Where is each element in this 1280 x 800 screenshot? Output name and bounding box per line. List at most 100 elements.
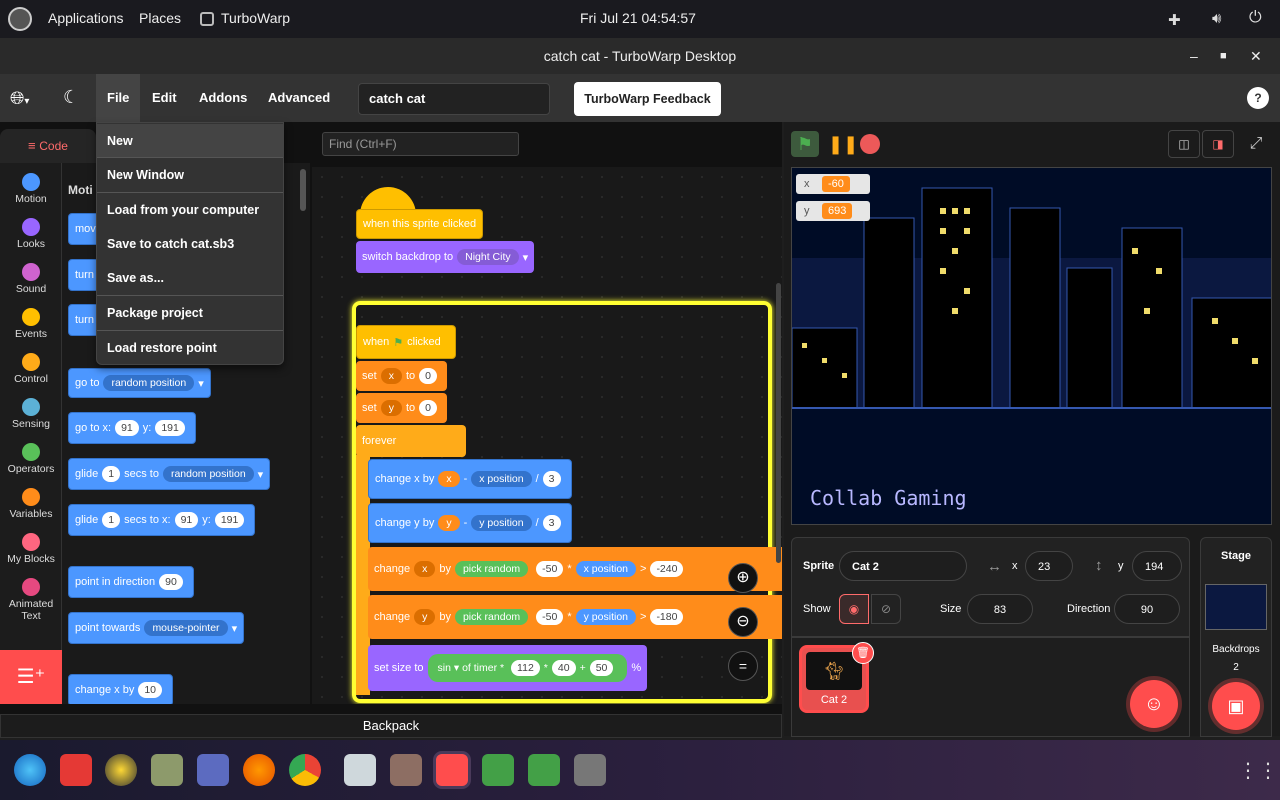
block-change-x-random[interactable]: change x by pick random -50 * x position > -240 — [368, 547, 782, 591]
small-stage-icon[interactable]: ◫ — [1168, 130, 1200, 158]
file-menu-item-load-from-your-computer[interactable]: Load from your computer — [97, 193, 283, 227]
file-menu-item-package-project[interactable]: Package project — [97, 296, 283, 330]
stage-backdrop-thumbnail[interactable] — [1205, 584, 1267, 630]
calendar-app-icon[interactable] — [60, 754, 92, 786]
category-animated-text[interactable]: Animated Text — [0, 578, 62, 622]
block-switch-backdrop[interactable]: switch backdrop to Night City ▾ — [356, 241, 535, 273]
block-set-y[interactable]: set y to 0 — [356, 393, 447, 423]
block-change-y-random[interactable]: change y by pick random -50 * y position > -180 — [368, 595, 782, 639]
sprite-y-input[interactable]: 194 — [1132, 551, 1182, 581]
project-title-input[interactable]: catch cat — [358, 83, 550, 115]
places-menu[interactable]: Places — [139, 10, 181, 26]
hat-when-flag-clicked[interactable]: when ⚑ clicked — [356, 325, 456, 359]
applications-menu[interactable]: Applications — [48, 10, 124, 26]
zoom-in-icon[interactable]: ⊕ — [728, 563, 758, 593]
block-go-to[interactable]: go to random position ▾ — [68, 368, 211, 398]
maximize-icon[interactable]: ■ — [1220, 38, 1227, 74]
stage-canvas[interactable]: x -60 y 693 Collab Gaming — [791, 167, 1272, 525]
scratch-cat-app-icon[interactable] — [390, 754, 422, 786]
zoom-out-icon[interactable]: ⊖ — [728, 607, 758, 637]
theme-moon-icon[interactable]: ☾ — [63, 87, 79, 108]
block-go-to-xy[interactable]: go to x: 91 y: 191 — [68, 412, 196, 444]
minimize-icon[interactable]: – — [1190, 38, 1198, 74]
category-events[interactable]: Events — [0, 308, 62, 340]
settings-app-icon[interactable] — [344, 754, 376, 786]
help-icon[interactable]: ? — [1247, 87, 1269, 109]
language-globe-icon[interactable]: 🌐︎▾ — [10, 88, 29, 109]
menu-advanced[interactable]: Advanced — [257, 74, 341, 122]
firefox-icon[interactable] — [243, 754, 275, 786]
file-menu-item-save-as[interactable]: Save as... — [97, 261, 283, 295]
show-hidden-eye-icon[interactable]: ⊘ — [871, 594, 901, 624]
power-icon[interactable]: ⏻ — [1249, 9, 1262, 27]
sprite-tile-cat2[interactable]: 🐈︎ Cat 2 🗑︎ — [799, 642, 874, 713]
tab-code[interactable]: ≡ Code — [0, 129, 96, 163]
files-app-icon[interactable] — [151, 754, 183, 786]
hat-when-sprite-clicked[interactable]: when this sprite clicked — [356, 209, 484, 239]
fullscreen-icon[interactable]: ⤢ — [1240, 130, 1272, 158]
software-center-icon[interactable] — [197, 754, 229, 786]
stop-icon[interactable] — [860, 134, 880, 154]
turbowarp-taskbar-icon[interactable] — [436, 754, 468, 786]
block-forever[interactable]: forever — [356, 425, 466, 457]
delete-sprite-icon[interactable]: 🗑︎ — [852, 642, 874, 664]
file-menu-item-new[interactable]: New — [97, 124, 283, 158]
block-set-x[interactable]: set x to 0 — [356, 361, 447, 391]
block-set-size[interactable]: set size to sin ▾ of timer * 112 * 40 +50% — [368, 645, 648, 691]
block-point-in-direction[interactable]: point in direction 90 — [68, 566, 194, 598]
puzzle-app-icon-1[interactable] — [482, 754, 514, 786]
category-motion[interactable]: Motion — [0, 173, 62, 205]
add-sprite-cat-icon[interactable]: ☺ — [1130, 680, 1178, 728]
category-sound[interactable]: Sound — [0, 263, 62, 295]
script-area[interactable]: when this sprite clicked switch backdrop… — [312, 167, 782, 704]
file-menu-item-load-restore-point[interactable]: Load restore point — [97, 331, 283, 365]
pause-icon[interactable]: ❚❚ — [828, 134, 858, 155]
find-input[interactable]: Find (Ctrl+F) — [322, 132, 519, 156]
menu-edit[interactable]: Edit — [141, 74, 188, 122]
activities-icon[interactable] — [8, 7, 32, 31]
block-glide-to-xy[interactable]: glide 1 secs to x: 91 y: 191 — [68, 504, 256, 536]
trash-icon[interactable] — [574, 754, 606, 786]
sprite-name-input[interactable]: Cat 2 — [839, 551, 967, 581]
block-glide-to[interactable]: glide 1 secs to random position ▾ — [68, 458, 271, 490]
app-grid-icon[interactable]: ⋮⋮⋮ — [1238, 758, 1280, 783]
large-stage-icon[interactable]: ◨ — [1202, 130, 1234, 158]
audio-app-icon[interactable] — [105, 754, 137, 786]
extensions-icon[interactable]: ✚ — [1168, 11, 1181, 29]
script-scrollbar[interactable] — [776, 283, 781, 563]
add-extension-button[interactable]: ☰⁺ — [0, 650, 62, 704]
monitor-x[interactable]: x -60 — [796, 174, 870, 194]
category-looks[interactable]: Looks — [0, 218, 62, 250]
sprite-x-input[interactable]: 23 — [1025, 551, 1073, 581]
active-app-name[interactable]: TurboWarp — [221, 10, 290, 26]
green-flag-icon[interactable]: ⚑ — [791, 131, 819, 157]
category-my-blocks[interactable]: My Blocks — [0, 533, 62, 565]
show-visible-eye-icon[interactable]: ◉ — [839, 594, 869, 624]
clock[interactable]: Fri Jul 21 04:54:57 — [580, 10, 696, 26]
chrome-icon[interactable] — [289, 754, 321, 786]
sprite-direction-input[interactable]: 90 — [1114, 594, 1180, 624]
close-icon[interactable]: ✕ — [1250, 38, 1262, 74]
block-change-y-by[interactable]: change y by y - y position/3 — [368, 503, 572, 543]
globe-app-icon[interactable] — [14, 754, 46, 786]
menu-addons[interactable]: Addons — [188, 74, 258, 122]
palette-scrollbar[interactable] — [300, 169, 306, 211]
file-menu-item-save-to-catch-cat-sb3[interactable]: Save to catch cat.sb3 — [97, 227, 283, 261]
backpack-bar[interactable]: Backpack — [0, 714, 782, 738]
zoom-reset-button[interactable]: = — [728, 651, 758, 681]
volume-icon[interactable]: 🔊︎ — [1212, 10, 1221, 27]
block-change-x-by[interactable]: change x by x - x position/3 — [368, 459, 572, 499]
block-change-x[interactable]: change x by 10 — [68, 674, 174, 704]
puzzle-app-icon-2[interactable] — [528, 754, 560, 786]
menu-file[interactable]: File — [96, 74, 141, 122]
sprite-size-input[interactable]: 83 — [967, 594, 1033, 624]
monitor-y[interactable]: y 693 — [796, 201, 870, 221]
block-point-towards[interactable]: point towards mouse-pointer ▾ — [68, 612, 245, 644]
feedback-button[interactable]: TurboWarp Feedback — [574, 82, 721, 116]
category-control[interactable]: Control — [0, 353, 62, 385]
add-backdrop-icon[interactable]: ▣ — [1212, 682, 1260, 730]
file-menu-item-new-window[interactable]: New Window — [97, 158, 283, 192]
category-operators[interactable]: Operators — [0, 443, 62, 475]
category-variables[interactable]: Variables — [0, 488, 62, 520]
category-sensing[interactable]: Sensing — [0, 398, 62, 430]
